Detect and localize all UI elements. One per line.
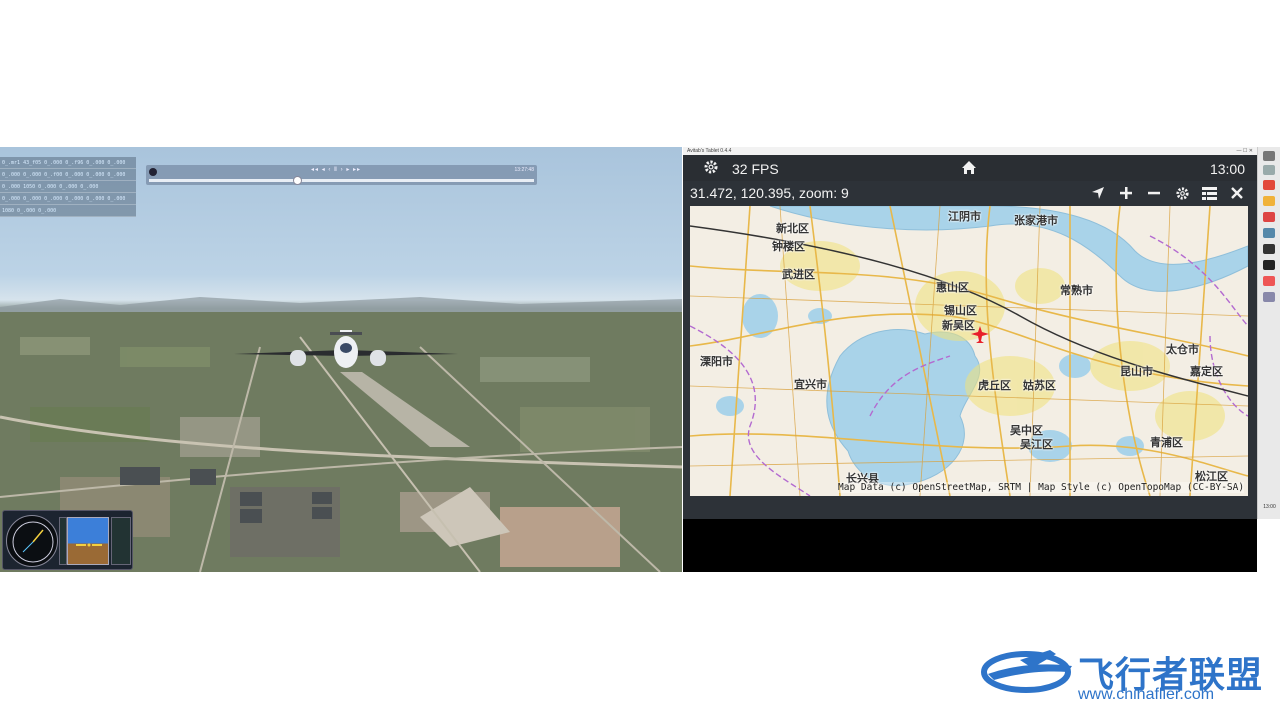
replay-track[interactable] xyxy=(149,179,534,182)
app-bottom-strip xyxy=(683,500,1257,519)
map-place-label: 惠山区 xyxy=(936,282,969,294)
replay-time: 13:27:48 xyxy=(514,167,534,173)
map-place-label: 溧阳市 xyxy=(700,356,733,368)
track-aircraft-icon[interactable] xyxy=(1088,184,1108,202)
fps-counter: 32 FPS xyxy=(732,161,779,177)
map-place-label: 虎丘区 xyxy=(978,380,1011,392)
taskbar-app-icon[interactable] xyxy=(1263,244,1275,254)
taskbar-app-icon[interactable] xyxy=(1263,180,1275,190)
map-place-label: 新北区 xyxy=(776,223,809,235)
replay-controls[interactable]: ◂◂ ◂ ‹ Ⅱ › ▸ ▸▸ xyxy=(311,166,361,173)
data-output-row: 0_.mr1 43_f05 0_.000 0_.f96 0_.000 0_.00… xyxy=(0,157,136,169)
window-titlebar[interactable]: Avitab's Tablet 0.4.4 — ☐ ✕ xyxy=(683,147,1257,155)
altitude-tape xyxy=(111,517,131,565)
map-place-label: 锡山区 xyxy=(944,305,977,317)
record-icon[interactable] xyxy=(149,168,157,176)
window-title: Avitab's Tablet 0.4.4 xyxy=(687,148,732,154)
map-toolbar: 31.472, 120.395, zoom: 9 xyxy=(683,181,1257,205)
replay-bar[interactable]: ◂◂ ◂ ‹ Ⅱ › ▸ ▸▸ 13:27:48 xyxy=(146,165,537,185)
watermark-url: www.chinaflier.com xyxy=(1078,686,1215,703)
map-attribution: Map Data (c) OpenStreetMap, SRTM | Map S… xyxy=(838,482,1245,493)
map-place-label: 张家港市 xyxy=(1014,215,1058,227)
overlay-list-icon[interactable] xyxy=(1199,184,1219,202)
map-place-label: 新吴区 xyxy=(942,320,975,332)
map-place-label: 姑苏区 xyxy=(1023,380,1056,392)
map-place-label: 太仓市 xyxy=(1166,344,1199,356)
status-clock: 13:00 xyxy=(1209,161,1245,177)
taskbar-app-icon[interactable] xyxy=(1263,196,1275,206)
avitab-app: 32 FPS 13:00 31.472, 120.395, zoom: 9 新北… xyxy=(683,155,1257,519)
data-output-row: 0_.000 0_.000 0_.f00 0_.000 0_.000 0_.00… xyxy=(0,169,136,181)
window-buttons[interactable]: — ☐ ✕ xyxy=(1237,147,1253,155)
map-place-label: 江阴市 xyxy=(948,211,981,223)
status-bar: 32 FPS 13:00 xyxy=(683,155,1257,181)
map-place-label: 青浦区 xyxy=(1150,437,1183,449)
attitude-indicator xyxy=(67,517,109,565)
map-place-label: 宜兴市 xyxy=(794,379,827,391)
aircraft-model xyxy=(234,330,458,368)
moving-map[interactable]: 新北区 江阴市 张家港市 钟楼区 武进区 常熟市 惠山区 锡山区 新吴区 溧阳市… xyxy=(690,206,1248,496)
taskbar-app-icon[interactable] xyxy=(1263,151,1275,161)
chinaflier-logo-icon xyxy=(981,650,1072,693)
taskbar-app-icon[interactable] xyxy=(1263,228,1275,238)
replay-slider-handle[interactable] xyxy=(293,176,302,185)
data-output-row: 0_.000 0_.000 0_.000 0_.000 0_.000 0_.00… xyxy=(0,193,136,205)
taskbar-app-icon[interactable] xyxy=(1263,276,1275,286)
taskbar-app-icon[interactable] xyxy=(1263,212,1275,222)
map-place-label: 吴江区 xyxy=(1020,439,1053,451)
map-coordinates: 31.472, 120.395, zoom: 9 xyxy=(690,185,849,201)
taskbar-clock: 13:00 xyxy=(1263,504,1276,510)
heading-gauge xyxy=(6,515,58,567)
close-icon[interactable] xyxy=(1227,184,1247,202)
map-place-label: 常熟市 xyxy=(1060,285,1093,297)
data-output-row: 1080 0_.000 0_.000 xyxy=(0,205,136,217)
instrument-panel xyxy=(2,510,133,570)
map-place-label: 昆山市 xyxy=(1120,366,1153,378)
map-place-label: 武进区 xyxy=(782,269,815,281)
taskbar-app-icon[interactable] xyxy=(1263,292,1275,302)
map-settings-gear-icon[interactable] xyxy=(1172,184,1192,202)
taskbar-app-icon[interactable] xyxy=(1263,165,1275,175)
flight-sim-view: 0_.mr1 43_f05 0_.000 0_.f96 0_.000 0_.00… xyxy=(0,147,682,572)
taskbar: 13:00 xyxy=(1257,147,1280,519)
screenshot: 0_.mr1 43_f05 0_.000 0_.f96 0_.000 0_.00… xyxy=(0,0,1280,720)
airspeed-tape xyxy=(59,517,67,565)
data-output-row: 0_.000 1050 0_.000 0_.000 0_.000 xyxy=(0,181,136,193)
watermark: 飞行者联盟 www.chinaflier.com xyxy=(980,640,1270,710)
home-icon[interactable] xyxy=(961,160,977,178)
map-place-label: 嘉定区 xyxy=(1190,366,1223,378)
zoom-out-icon[interactable] xyxy=(1144,184,1164,202)
taskbar-app-icon[interactable] xyxy=(1263,260,1275,270)
settings-gear-icon[interactable] xyxy=(703,159,719,178)
zoom-in-icon[interactable] xyxy=(1116,184,1136,202)
data-output-panel: 0_.mr1 43_f05 0_.000 0_.f96 0_.000 0_.00… xyxy=(0,157,136,217)
avitab-window: Avitab's Tablet 0.4.4 — ☐ ✕ 32 FPS 13:00… xyxy=(683,147,1257,572)
map-place-label: 钟楼区 xyxy=(772,241,805,253)
